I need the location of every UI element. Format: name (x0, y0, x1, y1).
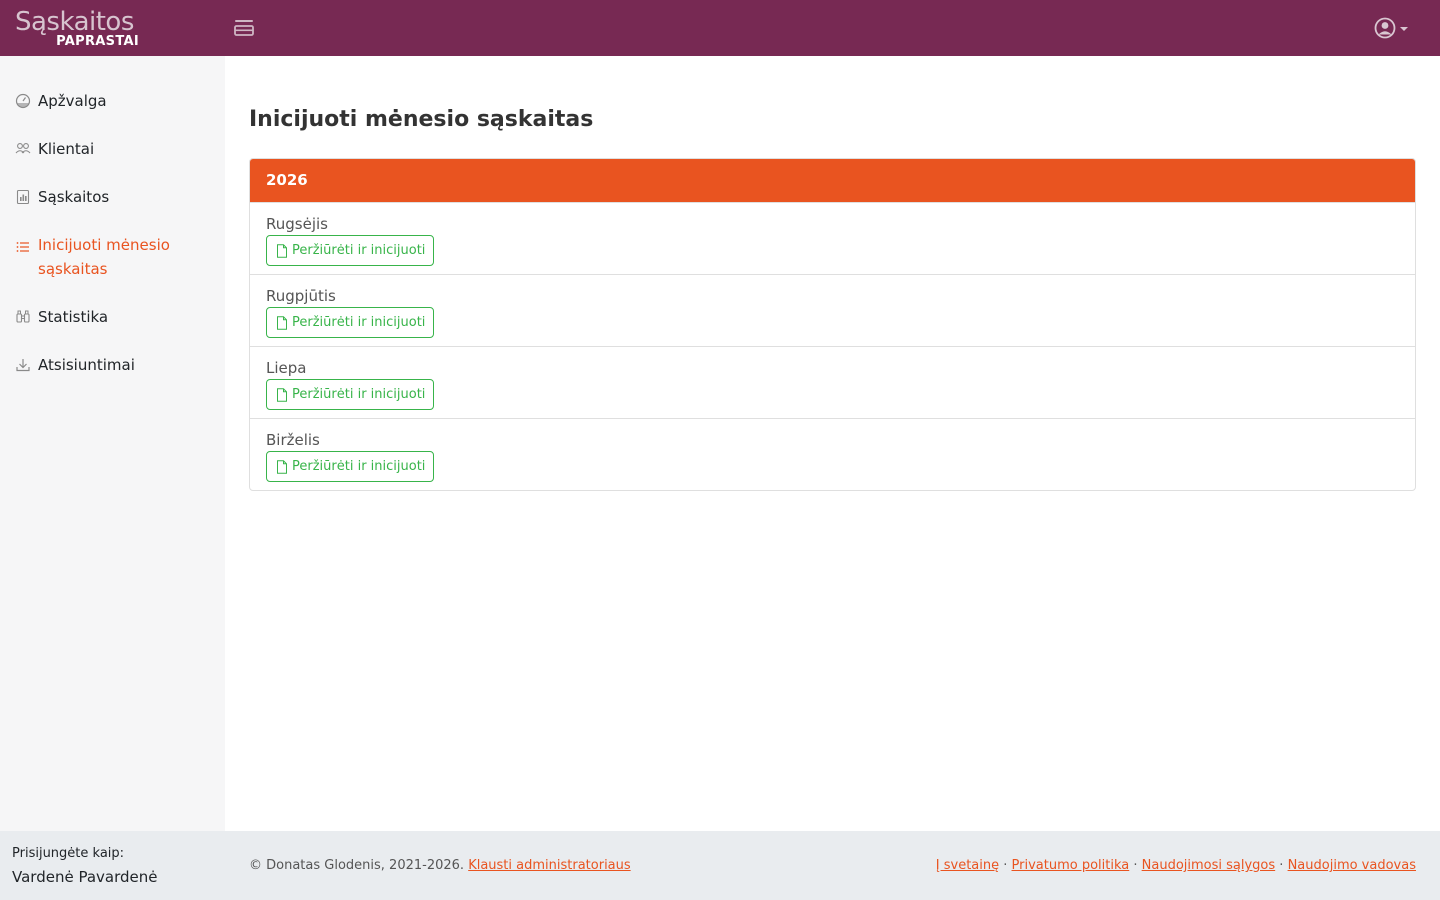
sidebar-item-label: Sąskaitos (38, 188, 110, 206)
hamburger-icon[interactable] (232, 17, 256, 39)
file-icon (277, 243, 287, 258)
list-icon (16, 242, 29, 252)
month-name: Rugsėjis (266, 215, 328, 233)
list-item: Rugpjūtis Peržiūrėti ir inicijuoti (250, 274, 1415, 346)
button-label: Peržiūrėti ir inicijuoti (292, 387, 426, 402)
year-card: 2026 Rugsėjis Peržiūrėti ir inicijuoti R… (249, 158, 1416, 491)
footer: Prisijungėte kaip: Vardenė Pavardenė © D… (0, 831, 1440, 900)
signed-in-label: Prisijungėte kaip: (12, 846, 125, 861)
link-separator: · (1129, 858, 1142, 873)
sidebar-item-klientai[interactable]: Klientai (0, 137, 225, 161)
sidebar-item-label: Statistika (38, 308, 109, 326)
review-initiate-button[interactable]: Peržiūrėti ir inicijuoti (266, 307, 435, 338)
binoculars-icon (16, 310, 30, 323)
file-icon (277, 315, 287, 330)
sidebar-item-apzvalga[interactable]: Apžvalga (0, 89, 225, 113)
sidebar: Apžvalga Klientai Sąskaitos Inicijuoti m… (0, 56, 225, 831)
month-name: Liepa (266, 359, 307, 377)
sidebar-item-label: Klientai (38, 140, 95, 158)
copyright-text: © Donatas Glodenis, 2021-2026. (249, 858, 465, 873)
people-icon (15, 143, 31, 154)
user-guide-link[interactable]: Naudojimo vadovas (1288, 858, 1416, 873)
month-name: Birželis (266, 431, 320, 449)
privacy-policy-link[interactable]: Privatumo politika (1012, 858, 1130, 873)
file-icon (277, 459, 287, 474)
footer-links: Į svetainę · Privatumo politika · Naudoj… (936, 857, 1416, 875)
user-circle-icon (1374, 17, 1408, 39)
page-title: Inicijuoti mėnesio sąskaitas (249, 107, 594, 132)
sidebar-item-inicijuoti[interactable]: Inicijuoti mėnesio sąskaitas (0, 233, 225, 281)
button-label: Peržiūrėti ir inicijuoti (292, 315, 426, 330)
review-initiate-button[interactable]: Peržiūrėti ir inicijuoti (266, 379, 435, 410)
sidebar-item-atsisiuntimai[interactable]: Atsisiuntimai (0, 353, 225, 377)
main-content: Inicijuoti mėnesio sąskaitas 2026 Rugsėj… (225, 56, 1440, 831)
month-name: Rugpjūtis (266, 287, 336, 305)
button-label: Peržiūrėti ir inicijuoti (292, 243, 426, 258)
signed-in-user-name: Vardenė Pavardenė (12, 868, 158, 886)
sidebar-item-label: Inicijuoti mėnesio sąskaitas (38, 236, 170, 278)
link-separator: · (999, 858, 1012, 873)
terms-of-use-link[interactable]: Naudojimosi sąlygos (1142, 858, 1276, 873)
file-icon (277, 387, 287, 402)
contact-admin-link[interactable]: Klausti administratoriaus (468, 858, 630, 873)
copyright: © Donatas Glodenis, 2021-2026. Klausti a… (249, 857, 631, 875)
review-initiate-button[interactable]: Peržiūrėti ir inicijuoti (266, 451, 435, 482)
sidebar-item-label: Apžvalga (38, 92, 107, 110)
dashboard-gauge-icon (15, 93, 31, 109)
sidebar-item-saskaitos[interactable]: Sąskaitos (0, 185, 225, 209)
sidebar-item-label: Atsisiuntimai (38, 356, 135, 374)
list-item: Rugsėjis Peržiūrėti ir inicijuoti (250, 202, 1415, 274)
button-label: Peržiūrėti ir inicijuoti (292, 459, 426, 474)
brand-subtitle: PAPRASTAI (56, 34, 139, 49)
link-separator: · (1275, 858, 1288, 873)
review-initiate-button[interactable]: Peržiūrėti ir inicijuoti (266, 235, 435, 266)
list-item: Birželis Peržiūrėti ir inicijuoti (250, 418, 1415, 490)
website-link[interactable]: Į svetainę (936, 858, 999, 873)
invoice-chart-icon (16, 189, 30, 205)
card-header-year: 2026 (250, 159, 1415, 202)
list-item: Liepa Peržiūrėti ir inicijuoti (250, 346, 1415, 418)
top-navbar: Sąskaitos PAPRASTAI (0, 0, 1440, 56)
user-menu-dropdown[interactable] (1372, 16, 1412, 40)
sidebar-item-statistika[interactable]: Statistika (0, 305, 225, 329)
download-icon (16, 359, 30, 372)
brand-logo[interactable]: Sąskaitos PAPRASTAI (15, 6, 145, 52)
